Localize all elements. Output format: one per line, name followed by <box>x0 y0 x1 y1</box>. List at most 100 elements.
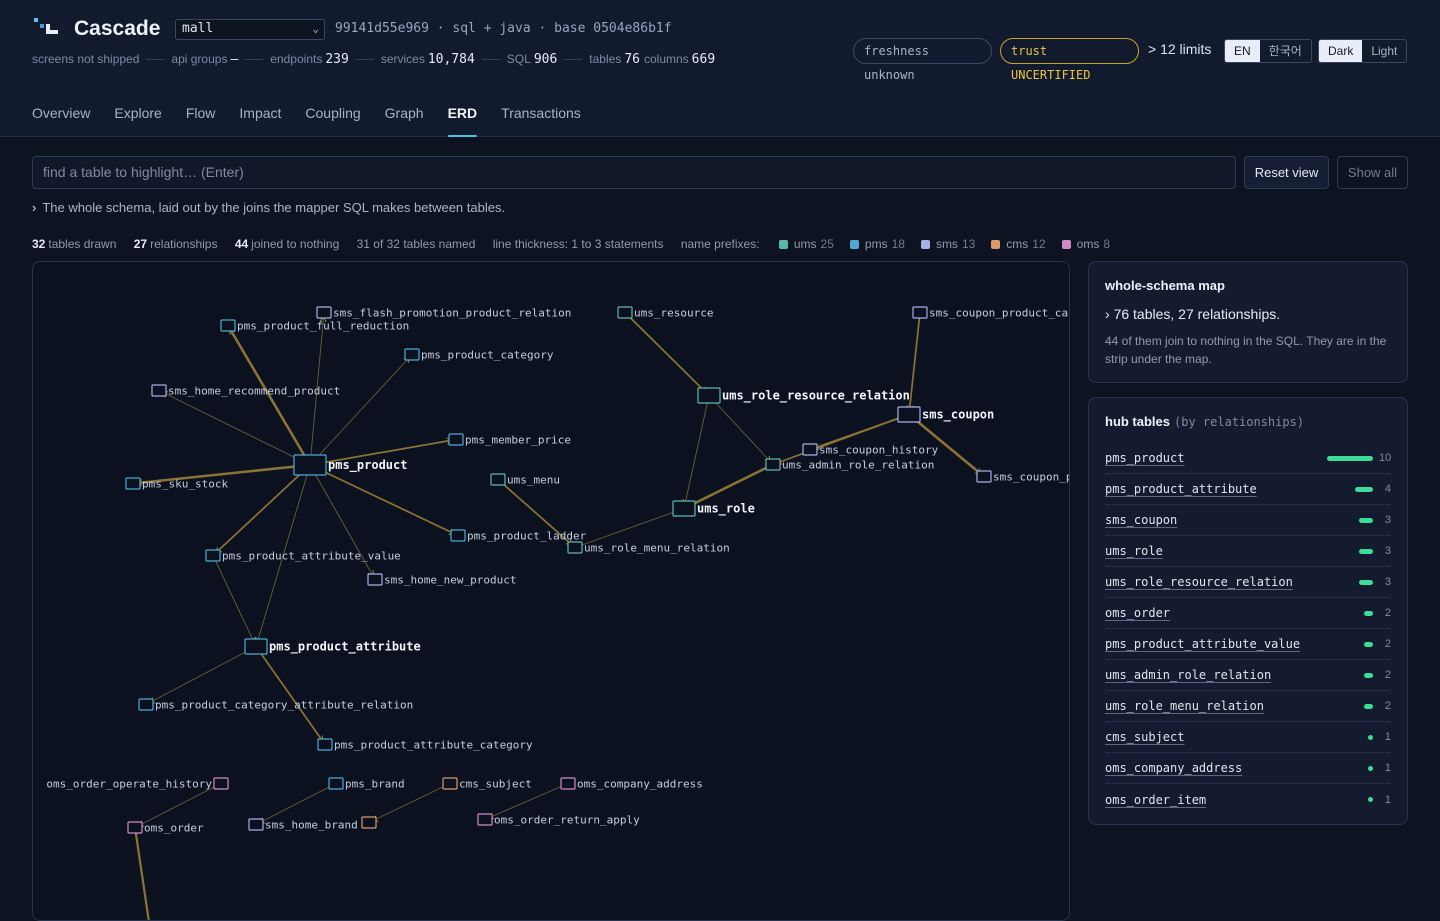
erd-table-box[interactable] <box>249 819 263 830</box>
erd-table-node[interactable]: pms_brand <box>329 778 405 791</box>
erd-table-box[interactable] <box>362 817 376 828</box>
erd-table-node[interactable]: sms_coupon_history <box>803 444 939 457</box>
erd-table-label[interactable]: pms_product_category_attribute_relation <box>155 699 413 712</box>
erd-table-node[interactable]: sms_coupon_pr <box>977 471 1070 484</box>
erd-table-box[interactable] <box>561 778 575 789</box>
erd-table-label[interactable]: oms_order_operate_history <box>46 778 212 791</box>
hub-table-row[interactable]: ums_admin_role_relation2 <box>1105 660 1391 691</box>
erd-table-node[interactable]: pms_member_price <box>449 434 571 447</box>
erd-table-box[interactable] <box>318 739 332 750</box>
hub-table-name[interactable]: oms_company_address <box>1105 761 1368 775</box>
erd-table-node[interactable]: pms_product_attribute_value <box>206 550 401 563</box>
erd-table-label[interactable]: cms_subject <box>459 778 532 791</box>
erd-table-box[interactable] <box>214 778 228 789</box>
erd-table-box[interactable] <box>673 501 695 516</box>
erd-table-node[interactable]: pms_sku_stock <box>126 478 228 491</box>
erd-table-box[interactable] <box>126 478 140 489</box>
erd-table-node[interactable]: sms_home_recommend_product <box>152 385 340 398</box>
erd-table-label[interactable]: pms_product_category <box>421 349 554 362</box>
erd-table-node[interactable]: pms_product_attribute_category <box>318 739 533 752</box>
hub-table-row[interactable]: oms_order_item1 <box>1105 784 1391 815</box>
limits-toggle[interactable]: > 12 limits <box>1148 41 1211 57</box>
erd-table-node[interactable]: pms_product <box>294 455 407 475</box>
tab-flow[interactable]: Flow <box>186 105 216 137</box>
erd-table-node[interactable]: oms_order_return_apply <box>478 814 640 827</box>
prefix-legend-item[interactable]: sms13 <box>919 237 975 251</box>
erd-table-node[interactable]: sms_home_brand <box>249 819 358 832</box>
reset-view-button[interactable]: Reset view <box>1244 156 1329 189</box>
hub-table-name[interactable]: ums_admin_role_relation <box>1105 668 1364 682</box>
schema-map-headline[interactable]: › 76 tables, 27 relationships. <box>1105 306 1391 322</box>
relationship-edge[interactable] <box>135 828 149 921</box>
hub-table-name[interactable]: oms_order_item <box>1105 793 1368 807</box>
erd-table-node[interactable]: oms_order <box>128 822 204 835</box>
tab-graph[interactable]: Graph <box>385 105 424 137</box>
relationship-edge[interactable] <box>146 647 256 705</box>
erd-table-node[interactable]: pms_product_category_attribute_relation <box>139 699 413 712</box>
erd-table-label[interactable]: ums_resource <box>634 307 713 320</box>
prefix-legend-item[interactable]: cms12 <box>989 237 1045 251</box>
hub-table-name[interactable]: sms_coupon <box>1105 513 1359 527</box>
relationship-edge[interactable] <box>709 396 773 465</box>
erd-table-node[interactable]: sms_flash_promotion_product_relation <box>317 307 571 320</box>
erd-table-label[interactable]: sms_coupon <box>922 408 994 423</box>
relationship-edge[interactable] <box>310 355 412 466</box>
erd-table-label[interactable]: ums_role_menu_relation <box>584 542 730 555</box>
hub-table-row[interactable]: pms_product_attribute_value2 <box>1105 629 1391 660</box>
table-search-input[interactable]: find a table to highlight… (Enter) <box>32 156 1236 189</box>
hub-table-row[interactable]: ums_role3 <box>1105 536 1391 567</box>
relationship-edge[interactable] <box>213 556 256 647</box>
repo-select[interactable]: mall ⌄ <box>175 19 325 40</box>
hub-table-row[interactable]: pms_product10 <box>1105 443 1391 474</box>
erd-table-node[interactable]: sms_coupon <box>898 407 994 423</box>
hub-table-row[interactable]: pms_product_attribute4 <box>1105 474 1391 505</box>
erd-table-node[interactable]: cms_subject <box>443 778 532 791</box>
freshness-badge[interactable]: freshness unknown <box>853 38 992 64</box>
prefix-legend-item[interactable]: ums25 <box>777 237 834 251</box>
erd-table-box[interactable] <box>803 444 817 455</box>
theme-option-0[interactable]: Dark <box>1319 40 1362 62</box>
erd-table-node[interactable]: ums_role_resource_relation <box>698 388 910 404</box>
erd-table-label[interactable]: sms_coupon_product_cate <box>929 307 1070 320</box>
erd-table-label[interactable]: ums_role <box>697 502 755 517</box>
erd-table-box[interactable] <box>329 778 343 789</box>
erd-table-box[interactable] <box>568 542 582 553</box>
relationship-edge[interactable] <box>909 313 920 415</box>
erd-table-node[interactable]: sms_coupon_product_cate <box>913 307 1070 320</box>
hub-table-name[interactable]: ums_role <box>1105 544 1359 558</box>
erd-table-node[interactable]: ums_menu <box>491 474 560 487</box>
erd-table-label[interactable]: pms_product_attribute <box>269 640 421 655</box>
erd-table-box[interactable] <box>294 455 326 475</box>
erd-table-box[interactable] <box>898 407 920 422</box>
erd-table-box[interactable] <box>221 320 235 331</box>
show-all-button[interactable]: Show all <box>1337 156 1408 189</box>
erd-table-box[interactable] <box>449 434 463 445</box>
erd-table-node[interactable]: ums_admin_role_relation <box>766 459 934 472</box>
erd-table-node[interactable]: ums_role_menu_relation <box>568 542 730 555</box>
erd-table-node[interactable]: sms_home_new_product <box>368 574 516 587</box>
erd-table-box[interactable] <box>491 474 505 485</box>
erd-table-box[interactable] <box>317 307 331 318</box>
erd-table-label[interactable]: ums_role_resource_relation <box>722 389 910 404</box>
erd-table-label[interactable]: oms_order <box>144 822 204 835</box>
erd-table-node[interactable]: pms_product_attribute <box>245 639 421 655</box>
hub-table-row[interactable]: ums_role_menu_relation2 <box>1105 691 1391 722</box>
erd-table-box[interactable] <box>152 385 166 396</box>
erd-table-label[interactable]: pms_sku_stock <box>142 478 228 491</box>
hub-table-name[interactable]: pms_product_attribute <box>1105 482 1355 496</box>
hub-table-name[interactable]: oms_order <box>1105 606 1364 620</box>
erd-table-box[interactable] <box>245 639 267 654</box>
language-option-1[interactable]: 한국어 <box>1260 40 1311 62</box>
hub-table-row[interactable]: sms_coupon3 <box>1105 505 1391 536</box>
erd-table-label[interactable]: sms_flash_promotion_product_relation <box>333 307 571 320</box>
relationship-edge[interactable] <box>684 396 709 509</box>
erd-table-node[interactable]: ums_resource <box>618 307 713 320</box>
erd-table-node[interactable]: pms_product_ladder <box>451 530 587 543</box>
erd-table-label[interactable]: pms_member_price <box>465 434 571 447</box>
erd-table-box[interactable] <box>977 471 991 482</box>
erd-table-label[interactable]: pms_product <box>328 458 407 473</box>
erd-canvas[interactable]: sms_flash_promotion_product_relation pms_… <box>32 261 1070 921</box>
erd-table-node[interactable]: oms_order_operate_history <box>46 778 228 791</box>
erd-table-label[interactable]: oms_company_address <box>577 778 703 791</box>
erd-table-label[interactable]: pms_product_attribute_value <box>222 550 401 563</box>
